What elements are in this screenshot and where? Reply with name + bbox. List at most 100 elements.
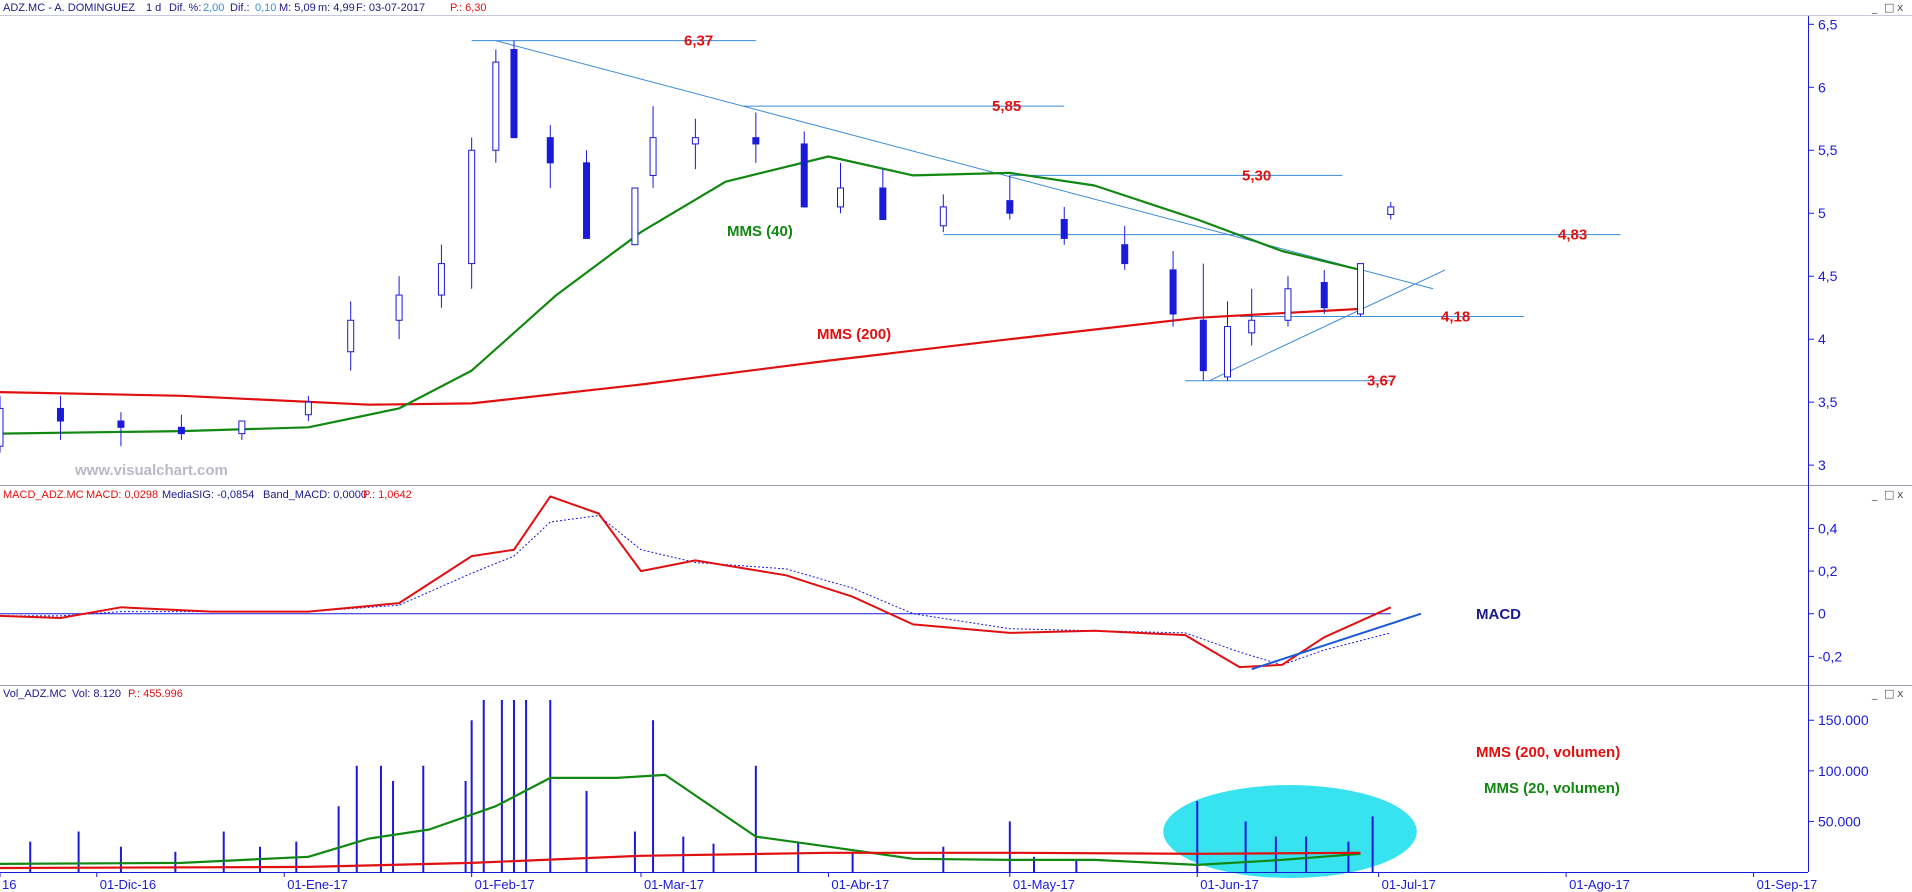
- candle-body: [304, 401, 312, 416]
- candle: [177, 414, 185, 440]
- macd-label: MACD: [1476, 606, 1521, 623]
- price-header-dif-label: Dif.:: [230, 2, 250, 14]
- candle-body: [649, 137, 657, 176]
- date-tick-label: 01-May-17: [1013, 877, 1075, 892]
- volume-y-tick-label: 100.000: [1818, 763, 1869, 779]
- volume-header-vol: Vol: 8.120: [72, 688, 121, 700]
- chart-canvas: ADZ.MC - A. DOMINGUEZ 1 d Dif. %: 2,00 D…: [0, 0, 1912, 892]
- candle: [117, 412, 125, 447]
- candle-body: [800, 143, 808, 208]
- candle-body: [1121, 244, 1129, 265]
- price-header-max: M: 5,09: [279, 2, 316, 14]
- price-y-tick-label: 3,5: [1818, 394, 1838, 410]
- price-header-dif-value: 0,10: [255, 2, 276, 14]
- macd-plot: 0,4 0,2 0 -0,2: [0, 495, 1842, 671]
- price-header-price: P.: 6,30: [450, 2, 487, 14]
- candle: [238, 420, 246, 440]
- minimize-button[interactable]: _: [1871, 687, 1878, 700]
- price-y-tick-label: 6,5: [1818, 16, 1838, 32]
- candle: [468, 137, 476, 289]
- volume-mms200-label: MMS (200, volumen): [1476, 744, 1620, 761]
- horizontal-level-label: 5,30: [1242, 167, 1271, 184]
- candle: [939, 194, 947, 233]
- price-y-tick-label: 6: [1818, 79, 1826, 95]
- macd-header-signal: MediaSIG: -0,0854: [162, 489, 254, 501]
- date-tick-label: 01-Mar-17: [644, 877, 704, 892]
- price-y-tick-label: 4,5: [1818, 268, 1838, 284]
- date-tick-label: 01-Dic-16: [100, 877, 156, 892]
- close-button[interactable]: x: [1897, 488, 1904, 501]
- candle-body: [879, 187, 887, 221]
- watermark: www.visualchart.com: [74, 462, 228, 479]
- candle-body: [1387, 206, 1395, 215]
- date-tick-label: 01-Ago-17: [1569, 877, 1630, 892]
- candle: [583, 150, 591, 239]
- candle-body: [837, 187, 845, 208]
- candle: [510, 40, 518, 139]
- date-tick-label: 01-Sep-17: [1757, 877, 1818, 892]
- price-header-timeframe: 1 d: [146, 2, 161, 14]
- macd-line: [0, 495, 1392, 669]
- price-plot: 6,5 6 5,5 5 4,5 4 3,5 3 6,37 5,85 5,30 4,83 4,18 3,67…: [0, 16, 1838, 473]
- horizontal-level-label: 5,85: [992, 98, 1021, 115]
- candle: [1121, 225, 1129, 270]
- maximize-button[interactable]: □: [1884, 488, 1894, 501]
- mms200-line: [0, 307, 1361, 406]
- close-button[interactable]: x: [1897, 687, 1904, 700]
- macd-header-name: MACD_ADZ.MC: [3, 489, 84, 501]
- macd-y-tick-label: 0,4: [1818, 520, 1838, 536]
- horizontal-level-label: 3,67: [1367, 373, 1396, 390]
- candle-body: [437, 263, 445, 296]
- candle: [1060, 206, 1068, 245]
- mms40-line: [0, 155, 1361, 435]
- window-buttons-volume: _ □ x: [1871, 687, 1904, 700]
- macd-trend-line: [1251, 612, 1422, 671]
- candle-body: [1248, 319, 1256, 334]
- candle: [1284, 276, 1292, 327]
- horizontal-level-label: 4,83: [1558, 227, 1587, 244]
- candle-body: [238, 420, 246, 435]
- price-y-tick-label: 4: [1818, 331, 1826, 347]
- candle: [1357, 263, 1365, 317]
- candle: [1169, 251, 1177, 327]
- horizontal-level-label: 6,37: [684, 33, 713, 50]
- volume-header-name: Vol_ADZ.MC: [3, 688, 67, 700]
- candle-body: [631, 187, 639, 246]
- candle-body: [492, 61, 500, 151]
- price-y-tick-label: 3: [1818, 457, 1826, 473]
- candle-body: [1060, 219, 1068, 239]
- maximize-button[interactable]: □: [1884, 1, 1894, 14]
- candle-body: [56, 407, 64, 422]
- candle-body: [752, 137, 760, 145]
- maximize-button[interactable]: □: [1884, 687, 1894, 700]
- date-tick-label: 01-Ene-17: [287, 877, 348, 892]
- mms40-label: MMS (40): [727, 223, 793, 240]
- candle-body: [468, 149, 476, 265]
- macd-header-p: P.: 1,0642: [363, 489, 412, 501]
- price-header-difpct-value: 2,00: [203, 2, 224, 14]
- close-button[interactable]: x: [1897, 1, 1904, 14]
- candle: [1320, 269, 1328, 314]
- candle: [1387, 201, 1395, 220]
- candle-body: [1169, 269, 1177, 315]
- volume-y-tick-label: 150.000: [1818, 712, 1869, 728]
- candle: [395, 276, 403, 340]
- candle-body: [546, 137, 554, 164]
- candle: [631, 187, 639, 246]
- minimize-button[interactable]: _: [1871, 488, 1878, 501]
- candle-body: [117, 420, 125, 428]
- minimize-button[interactable]: _: [1871, 1, 1878, 14]
- candle-body: [691, 137, 699, 145]
- candle-body: [0, 407, 4, 447]
- candle-body: [347, 319, 355, 353]
- candle: [879, 169, 887, 221]
- candle: [752, 112, 760, 163]
- candle-body: [510, 48, 518, 139]
- mms200-label: MMS (200): [817, 326, 891, 343]
- date-tick-label: 01-Abr-17: [831, 877, 889, 892]
- price-y-tick-label: 5: [1818, 205, 1826, 221]
- candle: [691, 118, 699, 170]
- window-buttons-price: _ □ x: [1871, 1, 1904, 14]
- candle: [1224, 301, 1232, 381]
- candle: [546, 125, 554, 189]
